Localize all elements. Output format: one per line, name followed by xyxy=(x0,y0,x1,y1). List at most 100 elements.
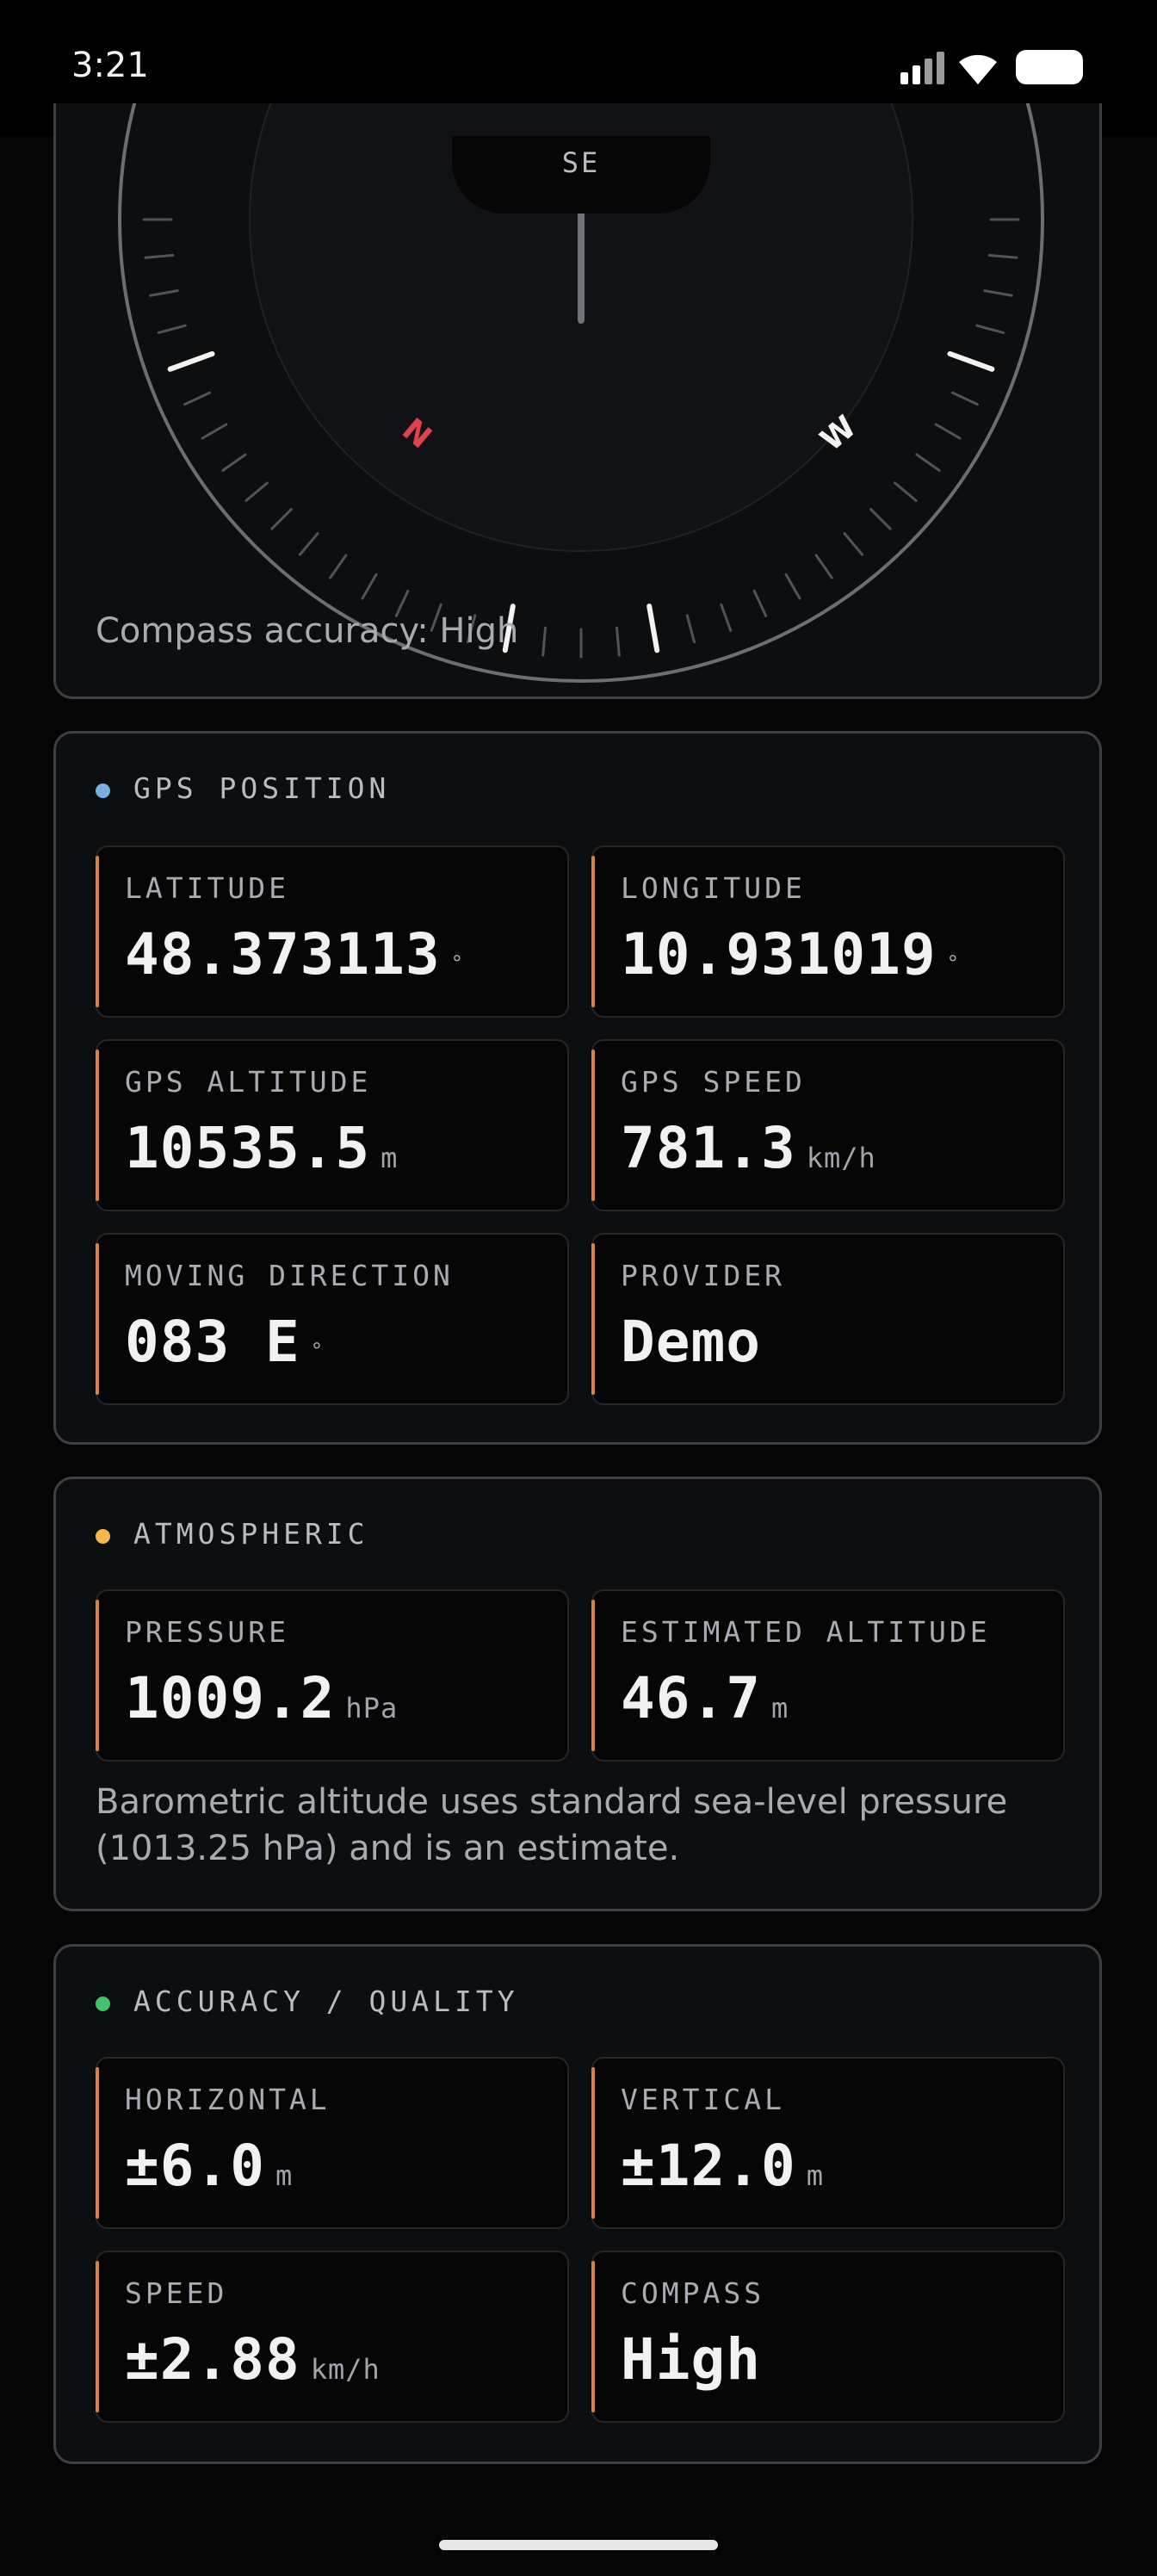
pressure-tile: PRESSURE 1009.2 hPa xyxy=(96,1589,569,1762)
tile-label: GPS SPEED xyxy=(621,1065,806,1099)
home-indicator[interactable] xyxy=(439,2540,718,2550)
compass-minor-tick xyxy=(615,626,621,657)
compass-accuracy-tile: COMPASS High xyxy=(591,2251,1065,2423)
tile-label: PRESSURE xyxy=(125,1615,289,1649)
compass-minor-tick xyxy=(720,603,733,632)
signal-icon xyxy=(900,52,945,84)
compass-minor-tick xyxy=(869,508,892,530)
tile-label: GPS ALTITUDE xyxy=(125,1065,372,1099)
compass-minor-tick xyxy=(221,453,247,472)
compass-minor-tick xyxy=(541,626,548,657)
unit-text: m xyxy=(806,2159,824,2192)
latitude-tile: LATITUDE 48.373113 ° xyxy=(96,845,569,1018)
unit-text: ° xyxy=(310,1339,325,1363)
compass-minor-tick xyxy=(814,554,833,579)
value-text: 46.7 xyxy=(621,1665,761,1731)
tile-value: 10535.5 m xyxy=(125,1115,398,1181)
longitude-tile: LONGITUDE 10.931019 ° xyxy=(591,845,1065,1018)
tile-label: LATITUDE xyxy=(125,871,289,905)
compass-major-tick xyxy=(647,604,660,653)
gps-altitude-tile: GPS ALTITUDE 10535.5 m xyxy=(96,1039,569,1211)
compass-minor-tick xyxy=(685,614,696,644)
tile-value: 781.3 km/h xyxy=(621,1115,876,1181)
compass-minor-tick xyxy=(983,289,1013,297)
compass-minor-tick xyxy=(183,391,212,406)
unit-text: m xyxy=(275,2159,294,2192)
gps-speed-tile: GPS SPEED 781.3 km/h xyxy=(591,1039,1065,1211)
gps-position-card: GPS POSITION LATITUDE 48.373113 ° LONGITU… xyxy=(53,731,1102,1445)
value-text: ±6.0 xyxy=(125,2133,265,2199)
estimated-altitude-tile: ESTIMATED ALTITUDE 46.7 m xyxy=(591,1589,1065,1762)
tile-value: 10.931019 ° xyxy=(621,921,960,988)
speed-accuracy-tile: SPEED ±2.88 km/h xyxy=(96,2251,569,2423)
tile-value: 46.7 m xyxy=(621,1665,789,1731)
tile-value: 48.373113 ° xyxy=(125,921,464,988)
tile-label: LONGITUDE xyxy=(621,871,806,905)
compass-minor-tick xyxy=(329,554,348,579)
unit-text: hPa xyxy=(345,1692,399,1725)
value-text: Demo xyxy=(621,1309,761,1375)
value-text: 10535.5 xyxy=(125,1115,371,1181)
compass-minor-tick xyxy=(987,253,1018,259)
compass-major-tick xyxy=(167,350,215,372)
compass-minor-tick xyxy=(915,453,941,472)
compass-minor-tick xyxy=(149,289,179,297)
unit-text: ° xyxy=(450,951,465,975)
tile-value: Demo xyxy=(621,1309,761,1375)
compass-major-tick xyxy=(947,350,995,372)
tile-label: ESTIMATED ALTITUDE xyxy=(621,1615,991,1649)
compass-accuracy-text: Compass accuracy: High xyxy=(96,611,519,651)
tile-value: 083 E ° xyxy=(125,1309,324,1375)
unit-text: km/h xyxy=(806,1142,876,1174)
compass-minor-tick xyxy=(934,423,962,440)
value-text: High xyxy=(621,2326,761,2393)
compass-minor-tick xyxy=(201,423,228,440)
compass-minor-tick xyxy=(843,532,864,556)
compass-minor-tick xyxy=(975,324,1005,334)
value-text: 10.931019 xyxy=(621,921,937,988)
compass-minor-tick xyxy=(950,391,979,406)
tile-value: ±2.88 km/h xyxy=(125,2326,381,2393)
tile-value: ±6.0 m xyxy=(125,2133,293,2199)
compass-minor-tick xyxy=(361,573,378,600)
tile-label: MOVING DIRECTION xyxy=(125,1259,454,1292)
wifi-icon xyxy=(959,54,997,84)
status-time: 3:21 xyxy=(71,46,149,85)
compass-minor-tick xyxy=(270,508,293,530)
barometric-note: Barometric altitude uses standard sea-le… xyxy=(96,1782,1008,1868)
unit-text: km/h xyxy=(310,2353,381,2386)
value-text: 48.373113 xyxy=(125,921,441,988)
tile-label: VERTICAL xyxy=(621,2083,785,2116)
compass-minor-tick xyxy=(157,324,187,334)
section-title: ACCURACY / QUALITY xyxy=(133,1985,519,2018)
gps-status-dot xyxy=(96,783,110,798)
value-text: 1009.2 xyxy=(125,1665,336,1731)
value-text: 781.3 xyxy=(621,1115,796,1181)
compass-card: NW SE Compass accuracy: High xyxy=(53,103,1102,699)
unit-text: m xyxy=(770,1692,789,1725)
accuracy-quality-card: ACCURACY / QUALITY HORIZONTAL ±6.0 m VERT… xyxy=(53,1944,1102,2464)
compass-minor-tick xyxy=(752,589,768,617)
section-title: GPS POSITION xyxy=(133,771,391,805)
heading-label: SE xyxy=(561,146,601,179)
tile-value: 1009.2 hPa xyxy=(125,1665,398,1731)
tile-label: PROVIDER xyxy=(621,1259,785,1292)
tile-label: COMPASS xyxy=(621,2276,765,2310)
tile-value: High xyxy=(621,2326,761,2393)
unit-text: ° xyxy=(946,951,961,975)
atmospheric-status-dot xyxy=(96,1529,110,1544)
compass-minor-tick xyxy=(894,481,918,503)
unit-text: m xyxy=(381,1142,399,1174)
horizontal-accuracy-tile: HORIZONTAL ±6.0 m xyxy=(96,2057,569,2229)
compass-minor-tick xyxy=(784,573,801,600)
compass-minor-tick xyxy=(298,532,319,556)
atmospheric-card: ATMOSPHERIC PRESSURE 1009.2 hPa ESTIMATED… xyxy=(53,1477,1102,1911)
accuracy-status-dot xyxy=(96,1997,110,2011)
tile-label: SPEED xyxy=(125,2276,228,2310)
tile-value: ±12.0 m xyxy=(621,2133,824,2199)
vertical-accuracy-tile: VERTICAL ±12.0 m xyxy=(591,2057,1065,2229)
provider-tile: PROVIDER Demo xyxy=(591,1233,1065,1405)
value-text: 083 E xyxy=(125,1309,300,1375)
value-text: ±12.0 xyxy=(621,2133,796,2199)
tile-label: HORIZONTAL xyxy=(125,2083,331,2116)
